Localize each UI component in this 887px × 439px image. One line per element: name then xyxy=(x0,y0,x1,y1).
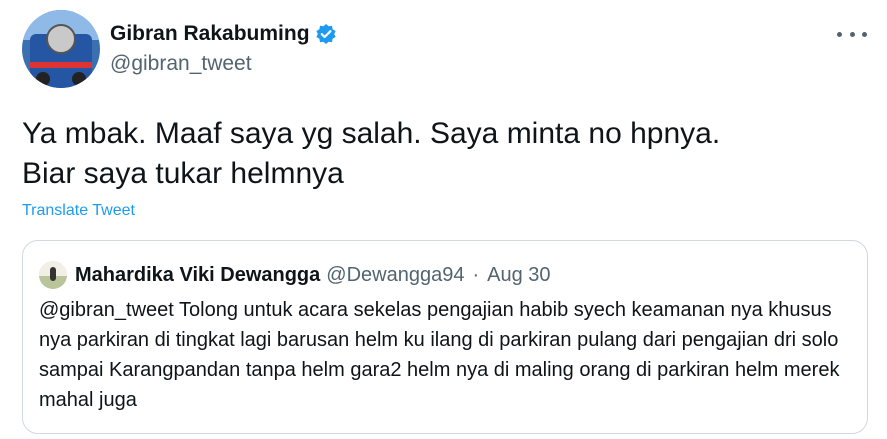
more-dot xyxy=(849,31,855,37)
quoted-tweet-text: @gibran_tweet Tolong untuk acara sekelas… xyxy=(39,299,840,411)
avatar-face xyxy=(46,24,76,54)
quoted-tweet[interactable]: Mahardika Viki Dewangga @Dewangga94 · Au… xyxy=(22,240,868,434)
verified-badge-icon xyxy=(315,23,337,45)
quoted-separator: · xyxy=(472,263,480,286)
quoted-author-avatar xyxy=(39,261,67,289)
avatar-stripe xyxy=(30,62,92,68)
quoted-tweet-header: Mahardika Viki Dewangga @Dewangga94 · Au… xyxy=(39,261,551,289)
author-name-row: Gibran Rakabuming xyxy=(110,22,337,46)
author-avatar[interactable] xyxy=(22,10,100,88)
more-dot xyxy=(862,31,867,37)
avatar-wheel xyxy=(72,72,86,86)
quoted-avatar-figure xyxy=(50,267,56,281)
quoted-date: Aug 30 xyxy=(487,263,551,286)
avatar-wheel xyxy=(36,72,50,86)
tweet-text: Ya mbak. Maaf saya yg salah. Saya minta … xyxy=(22,117,721,190)
quoted-author-name: Mahardika Viki Dewangga xyxy=(75,263,321,286)
tweet-header: Gibran Rakabuming @gibran_tweet xyxy=(22,10,867,90)
translate-tweet-link[interactable]: Translate Tweet xyxy=(22,202,135,220)
author-handle[interactable]: @gibran_tweet xyxy=(110,52,252,76)
quoted-author-handle: @Dewangga94 xyxy=(326,263,465,286)
more-dot xyxy=(837,31,842,37)
more-options-icon[interactable] xyxy=(837,24,867,44)
author-display-name[interactable]: Gibran Rakabuming xyxy=(110,22,310,46)
